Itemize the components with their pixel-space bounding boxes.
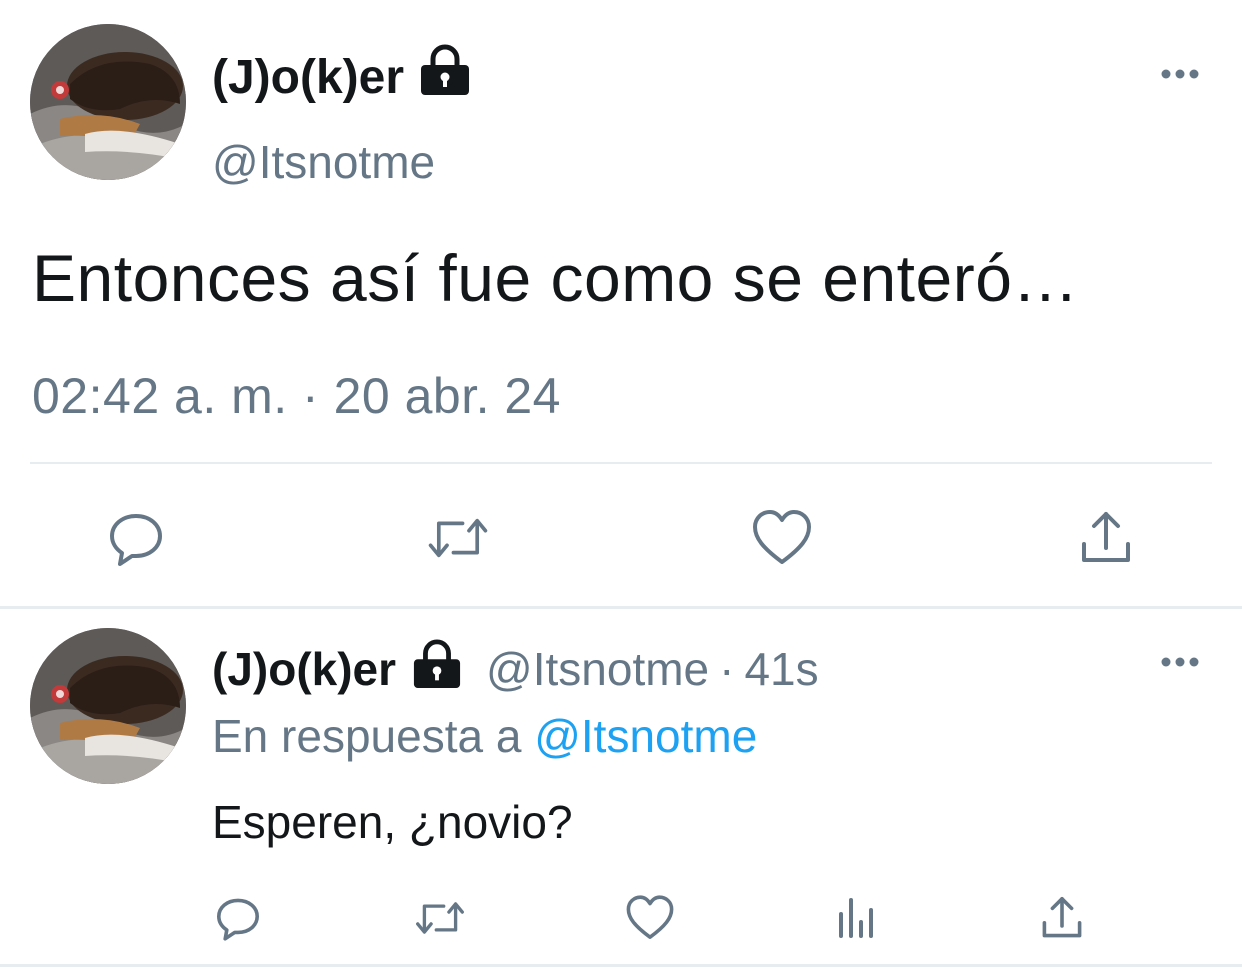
share-icon [1082,512,1130,562]
reply-button[interactable] [104,506,168,570]
more-options-icon[interactable] [1158,652,1202,672]
dog-photo-icon [30,628,186,784]
lock-icon [418,44,472,111]
share-button[interactable] [1036,892,1088,944]
divider [30,462,1212,464]
reply-icon [110,514,162,566]
reply-to-mention[interactable]: @Itsnotme [534,710,757,762]
reply-header: (J)o(k)er @Itsnotme · 41s [212,639,819,700]
tweet-separator [0,606,1242,609]
tweet-separator [0,964,1242,967]
tweet-text: Esperen, ¿novio? [212,796,573,848]
share-button[interactable] [1074,506,1138,570]
reply-icon [217,898,259,941]
reply-to-line: En respuesta a @Itsnotme [212,708,757,764]
like-button[interactable] [624,892,676,944]
handle[interactable]: @Itsnotme [212,134,435,190]
avatar[interactable] [30,628,186,784]
display-name-text[interactable]: (J)o(k)er [212,48,404,108]
more-options-icon[interactable] [1158,64,1202,84]
retweet-button[interactable] [414,892,466,944]
handle[interactable]: @Itsnotme [486,642,709,696]
lock-icon [410,639,464,700]
dog-photo-icon [30,24,186,180]
separator: · [719,643,735,695]
main-tweet: (J)o(k)er @Itsnotme Entonces así fue com… [0,0,1242,607]
reply-to-prefix: En respuesta a [212,710,522,762]
retweet-icon [416,902,464,934]
tweet-text: Entonces así fue como se enteró… [32,241,1079,315]
relative-time[interactable]: 41s [744,642,818,696]
display-name[interactable]: (J)o(k)er [212,639,464,700]
like-icon [753,510,811,564]
retweet-button[interactable] [426,506,490,570]
avatar[interactable] [30,24,186,180]
share-icon [1042,897,1082,938]
analytics-button[interactable] [830,892,882,944]
timestamp[interactable]: 02:42 a. m. · 20 abr. 24 [32,366,561,426]
display-name[interactable]: (J)o(k)er [212,44,472,111]
reply-button[interactable] [212,892,264,944]
like-button[interactable] [750,506,814,570]
analytics-icon [839,898,873,938]
retweet-icon [428,518,488,558]
like-icon [626,895,674,939]
display-name-text[interactable]: (J)o(k)er [212,642,396,696]
